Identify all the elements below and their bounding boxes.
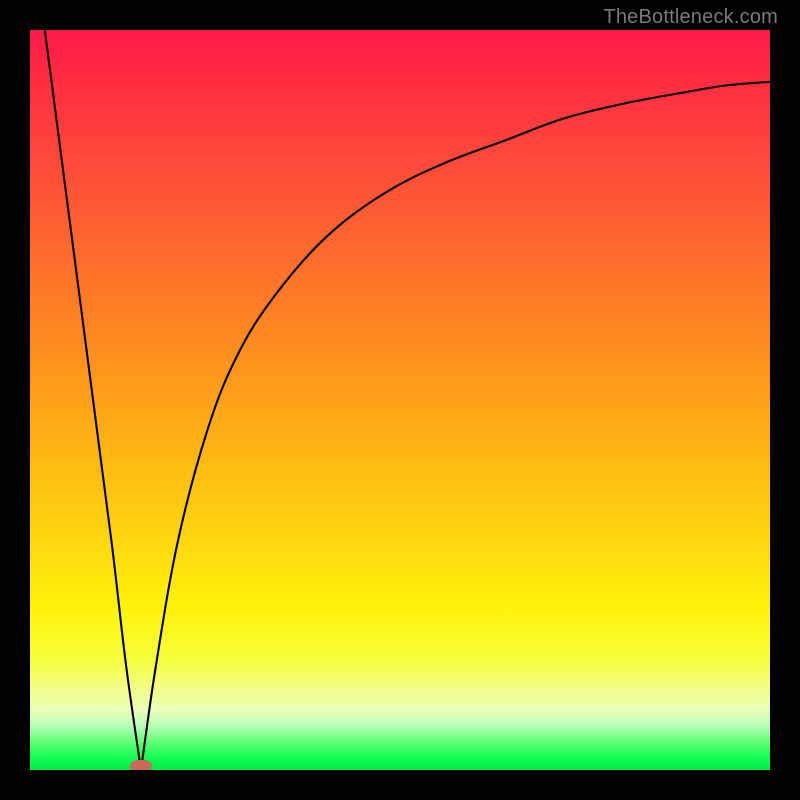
chart-frame: TheBottleneck.com: [0, 0, 800, 800]
watermark-label: TheBottleneck.com: [603, 6, 778, 29]
minimum-marker-icon: [130, 760, 152, 770]
plot-area: [30, 30, 770, 770]
bottleneck-curve: [45, 30, 770, 770]
curve-svg: [30, 30, 770, 770]
